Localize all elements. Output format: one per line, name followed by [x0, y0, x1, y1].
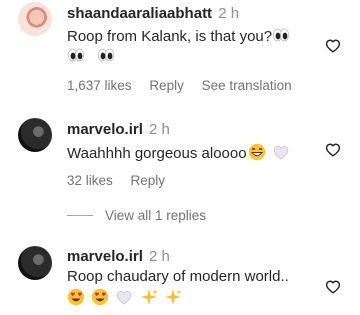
username[interactable]: marvelo.irl: [67, 248, 143, 265]
comment-header: marvelo.irl 2 h: [67, 121, 170, 139]
comment-text-emojis: [67, 288, 184, 309]
view-replies-label[interactable]: View all 1 replies: [105, 208, 206, 223]
sparkles-emoji-icon: [140, 289, 158, 305]
heart-eyes-emoji-icon: [91, 288, 109, 306]
timestamp: 2 h: [149, 248, 170, 265]
likes-count[interactable]: 1,637 likes: [67, 78, 132, 93]
reply-button[interactable]: Reply: [149, 78, 184, 93]
username[interactable]: marvelo.irl: [67, 121, 143, 138]
comment-text: Roop chaudary of modern world..: [67, 267, 289, 287]
comment-header: shaandaaraliaabhatt 2 h: [67, 5, 239, 23]
likes-count[interactable]: 32 likes: [67, 173, 113, 188]
reply-button[interactable]: Reply: [131, 173, 166, 188]
white-heart-emoji-icon: [117, 290, 132, 305]
grinning-emoji-icon: [247, 143, 266, 161]
comment-text-line: Waahhhh gorgeous aloooo: [67, 145, 247, 162]
timestamp: 2 h: [218, 5, 240, 22]
view-replies-button[interactable]: View all 1 replies: [67, 208, 206, 223]
see-translation-button[interactable]: See translation: [202, 78, 292, 93]
eyes-emoji-icon: [67, 48, 85, 62]
comment-text-line: Roop from Kalank, is that you?: [67, 28, 273, 45]
comment-actions: 1,637 likes Reply See translation: [67, 78, 306, 94]
eyes-emoji-icon: [272, 28, 290, 42]
comment-header: marvelo.irl 2 h: [67, 248, 170, 266]
divider-line: [67, 215, 93, 216]
like-heart-icon[interactable]: [324, 38, 342, 54]
avatar[interactable]: [18, 246, 52, 280]
like-heart-icon[interactable]: [324, 142, 342, 158]
avatar[interactable]: [18, 118, 52, 152]
username[interactable]: shaandaaraliaabhatt: [67, 5, 212, 22]
white-heart-emoji-icon: [273, 145, 288, 160]
comment-text-emojis: [67, 46, 117, 67]
comment-text: Waahhhh gorgeous aloooo: [67, 143, 292, 164]
eyes-emoji-icon: [97, 48, 115, 62]
like-heart-icon[interactable]: [324, 279, 342, 295]
avatar[interactable]: [18, 2, 52, 36]
heart-eyes-emoji-icon: [67, 288, 85, 306]
comment-text-line: Roop chaudary of modern world..: [67, 268, 289, 285]
comment-text: Roop from Kalank, is that you?: [67, 26, 292, 47]
sparkles-emoji-icon: [164, 289, 182, 305]
comment-actions: 32 likes Reply: [67, 173, 179, 189]
timestamp: 2 h: [149, 121, 170, 138]
